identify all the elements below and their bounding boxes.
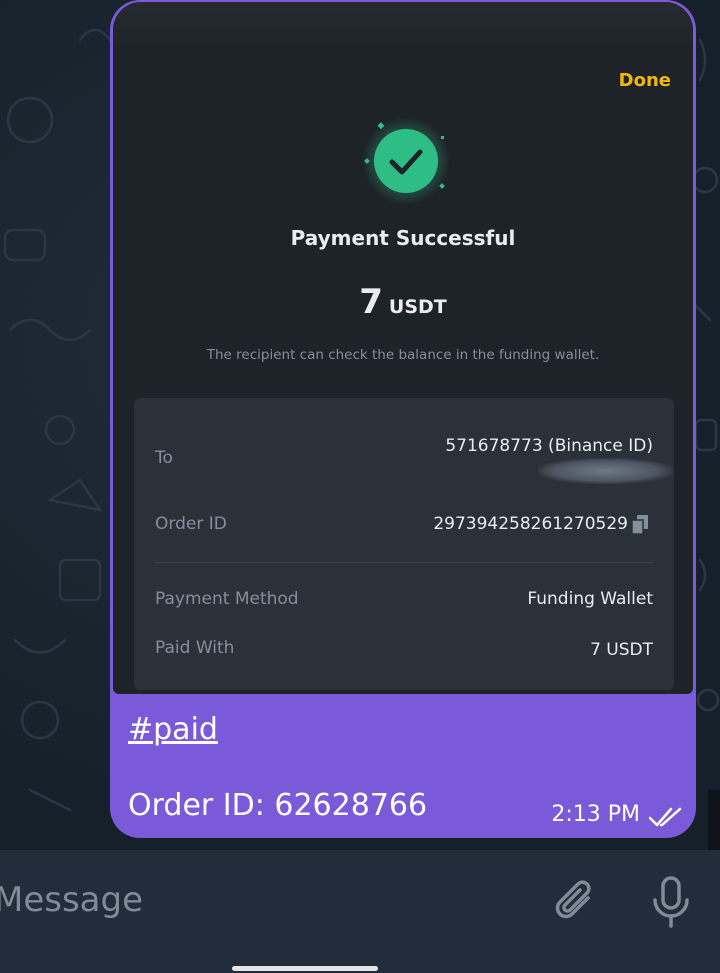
order-id-label: Order ID	[155, 514, 227, 534]
home-indicator[interactable]	[232, 966, 378, 971]
message-composer: Message	[0, 850, 720, 950]
double-check-icon	[648, 807, 682, 827]
details-divider	[155, 562, 653, 563]
message-input[interactable]: Message	[0, 880, 143, 920]
edge-shadow	[708, 790, 720, 850]
paperclip-icon[interactable]	[552, 876, 600, 928]
payment-title: Payment Successful	[290, 226, 516, 250]
receipt-screenshot[interactable]: Done Payment Successful 7 USDT The recipi…	[113, 2, 693, 694]
payment-amount: 7 USDT	[113, 282, 693, 322]
redacted-name-blur	[538, 458, 673, 484]
amount-unit: USDT	[388, 296, 447, 318]
success-check-icon	[362, 117, 450, 205]
system-nav-bar	[0, 950, 720, 973]
paid-with-label: Paid With	[155, 638, 235, 658]
done-button[interactable]: Done	[619, 70, 671, 91]
paid-with-value: 7 USDT	[590, 640, 653, 660]
payment-method-label: Payment Method	[155, 589, 299, 609]
message-text: Order ID: 62628766	[128, 788, 428, 823]
details-card: To 571678773 (Binance ID) Order ID 29739…	[134, 398, 674, 690]
payment-method-value: Funding Wallet	[527, 589, 653, 609]
to-label: To	[155, 448, 173, 468]
to-value: 571678773 (Binance ID)	[445, 436, 653, 456]
copy-icon[interactable]	[630, 514, 650, 536]
order-id-value: 297394258261270529	[433, 514, 628, 534]
recipient-note: The recipient can check the balance in t…	[206, 347, 600, 363]
microphone-icon[interactable]	[648, 874, 694, 930]
photo-status-bar	[113, 2, 693, 44]
amount-value: 7	[359, 282, 383, 322]
message-bubble[interactable]: Done Payment Successful 7 USDT The recipi…	[110, 0, 696, 838]
hashtag-link[interactable]: #paid	[128, 712, 218, 747]
message-time: 2:13 PM	[551, 802, 640, 827]
